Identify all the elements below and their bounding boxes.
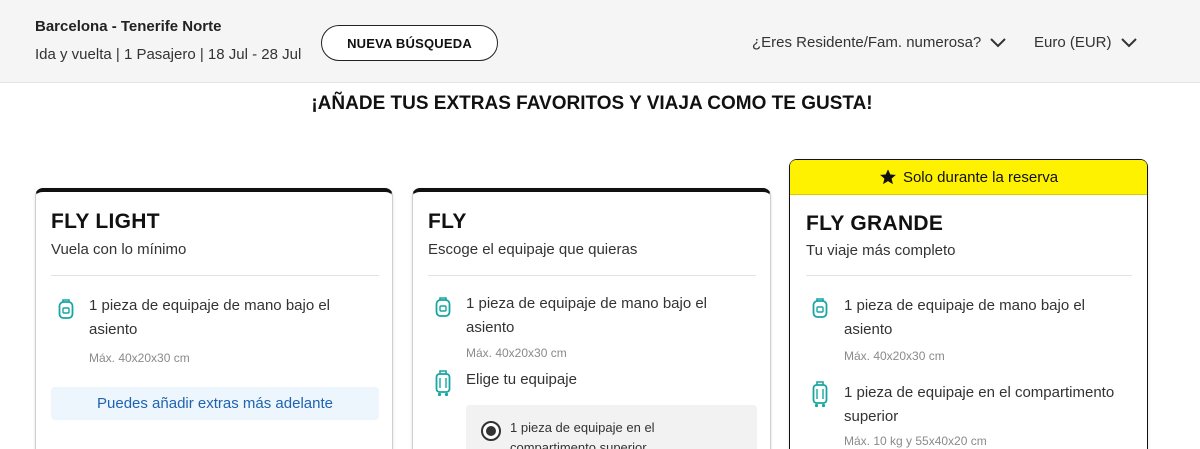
feature-line: 1 pieza de equipaje de mano bajo el: [89, 297, 331, 314]
feature-line: 1 pieza de equipaje en el compartimento: [844, 384, 1115, 401]
option-line: 1 pieza de equipaje en el: [510, 420, 655, 435]
feature-line: asiento: [466, 319, 515, 336]
fare-card-fly[interactable]: FLY Escoge el equipaje que quieras 1 pie…: [412, 188, 771, 449]
choose-luggage-label: Elige tu equipaje: [466, 371, 577, 388]
luggage-option-label: 1 pieza de equipaje en el compartimento …: [510, 418, 730, 449]
feature-line: 1 pieza de equipaje de mano bajo el: [466, 295, 708, 312]
divider: [806, 275, 1132, 276]
currency-dropdown-label: Euro (EUR): [1034, 34, 1112, 51]
feature-note: Máx. 10 kg y 55x40x20 cm: [844, 434, 987, 448]
underseat-bag-icon: [812, 298, 828, 318]
fare-subtitle: Escoge el equipaje que quieras: [428, 241, 638, 258]
currency-dropdown[interactable]: Euro (EUR): [1034, 34, 1138, 51]
trip-details: Ida y vuelta | 1 Pasajero | 18 Jul - 28 …: [35, 46, 302, 63]
add-extras-later-info: Puedes añadir extras más adelante: [51, 387, 379, 420]
underseat-bag-icon: [58, 299, 74, 319]
feature-note: Máx. 40x20x30 cm: [844, 349, 945, 363]
feature-text: 1 pieza de equipaje de mano bajo el asie…: [844, 294, 1085, 342]
fare-subtitle: Vuela con lo mínimo: [51, 241, 187, 258]
feature-line: asiento: [844, 321, 893, 338]
fare-subtitle: Tu viaje más completo: [806, 242, 956, 259]
banner-text: Solo durante la reserva: [902, 168, 1059, 186]
fare-title: FLY: [428, 210, 467, 233]
extras-headline: ¡AÑADE TUS EXTRAS FAVORITOS Y VIAJA COMO…: [311, 93, 873, 114]
fare-title: FLY LIGHT: [51, 210, 160, 233]
search-summary-bar: Barcelona - Tenerife Norte Ida y vuelta …: [0, 0, 1200, 83]
booking-only-banner: Solo durante la reserva: [790, 160, 1147, 195]
luggage-option-radio[interactable]: [481, 421, 501, 441]
star-icon: [880, 169, 896, 185]
residency-dropdown-label: ¿Eres Residente/Fam. numerosa?: [752, 34, 982, 51]
feature-text: 1 pieza de equipaje en el compartimento …: [844, 381, 1114, 429]
route-title: Barcelona - Tenerife Norte: [35, 18, 222, 35]
cabin-trolley-icon: [812, 381, 828, 408]
chevron-down-icon: [990, 37, 1006, 47]
feature-text: 1 pieza de equipaje de mano bajo el asie…: [89, 294, 330, 342]
feature-line: superior: [844, 408, 899, 425]
cabin-trolley-icon: [435, 370, 451, 397]
luggage-option[interactable]: 1 pieza de equipaje en el compartimento …: [466, 405, 757, 449]
fare-title: FLY GRANDE: [806, 212, 944, 235]
divider: [428, 275, 756, 276]
feature-text: 1 pieza de equipaje de mano bajo el asie…: [466, 292, 707, 340]
feature-note: Máx. 40x20x30 cm: [466, 346, 567, 360]
feature-line: asiento: [89, 321, 138, 338]
feature-line: 1 pieza de equipaje de mano bajo el: [844, 297, 1086, 314]
option-line: compartimento superior: [510, 440, 647, 449]
divider: [51, 275, 379, 276]
fare-card-fly-grande[interactable]: Solo durante la reserva FLY GRANDE Tu vi…: [789, 159, 1148, 449]
residency-dropdown[interactable]: ¿Eres Residente/Fam. numerosa?: [752, 34, 1007, 51]
feature-note: Máx. 40x20x30 cm: [89, 351, 190, 365]
chevron-down-icon: [1120, 37, 1137, 47]
new-search-button[interactable]: NUEVA BÚSQUEDA: [321, 25, 498, 61]
underseat-bag-icon: [435, 297, 451, 317]
fare-card-fly-light[interactable]: FLY LIGHT Vuela con lo mínimo 1 pieza de…: [35, 188, 393, 449]
